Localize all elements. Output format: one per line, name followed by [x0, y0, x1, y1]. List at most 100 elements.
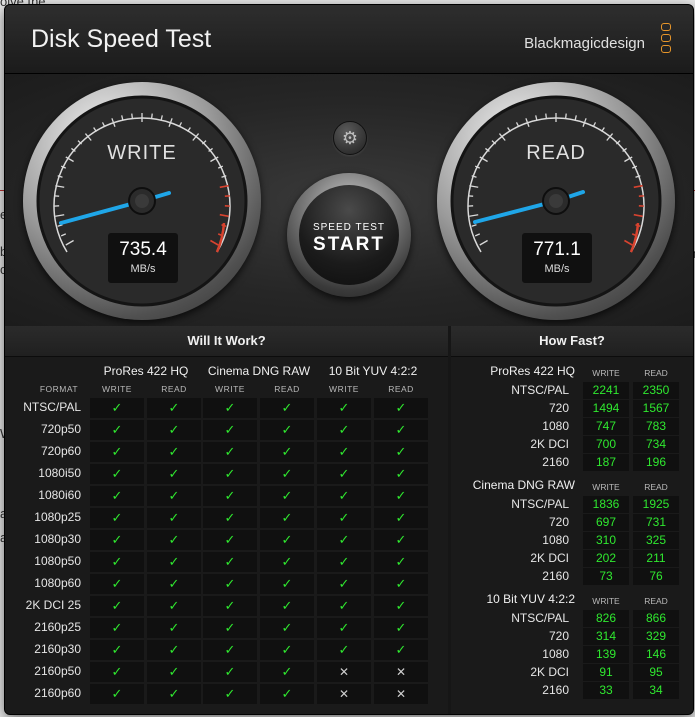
- speed-value-write: 1836: [592, 497, 620, 511]
- compat-cell: ✓: [317, 552, 371, 572]
- speed-column-header: READ: [644, 482, 668, 492]
- speed-cell-write: 314: [583, 628, 629, 645]
- compat-cell: ✓: [374, 574, 428, 594]
- speed-column-header: WRITE: [592, 368, 620, 378]
- compat-cell: ✓: [147, 552, 201, 572]
- checkmark-icon: ✓: [111, 576, 123, 591]
- write-gauge: WRITE 735.4 MB/s: [23, 82, 261, 320]
- compat-cell: ✓: [203, 442, 257, 462]
- speed-column-header: WRITE: [592, 482, 620, 492]
- checkmark-icon: ✓: [338, 642, 350, 657]
- compat-cell: ✓: [317, 398, 371, 418]
- speed-value-read: 146: [645, 647, 667, 661]
- compat-column-header: READ: [388, 384, 414, 394]
- checkmark-icon: ✓: [281, 664, 293, 679]
- compat-row: 1080p60 ✓ ✓ ✓ ✓ ✓ ✓: [5, 574, 448, 594]
- title-bar[interactable]: Disk Speed Test Blackmagicdesign: [5, 5, 693, 74]
- compat-cell: ✓: [374, 596, 428, 616]
- compat-cell: ✓: [203, 574, 257, 594]
- compat-cell: ✓: [317, 464, 371, 484]
- speed-cell-read: 783: [633, 418, 679, 435]
- compat-cell: ✓: [317, 530, 371, 550]
- speed-cell-write: 747: [583, 418, 629, 435]
- checkmark-icon: ✓: [338, 510, 350, 525]
- compat-cell: ✓: [260, 464, 314, 484]
- compat-cell: ✓: [90, 640, 144, 660]
- speed-cell-read: 1567: [633, 400, 679, 417]
- start-button-label: START: [313, 234, 385, 255]
- how-fast-panel: How Fast? ProRes 422 HQ WRITE READ NTSC/PAL…: [451, 326, 693, 714]
- compat-cell: ✓: [374, 508, 428, 528]
- checkmark-icon: ✓: [281, 422, 293, 437]
- checkmark-icon: ✓: [111, 532, 123, 547]
- start-button-face: SPEED TEST START: [299, 185, 399, 285]
- checkmark-icon: ✓: [281, 532, 293, 547]
- brand-name: Blackmagicdesign: [524, 35, 645, 52]
- speed-value-read: 211: [646, 551, 666, 565]
- checkmark-icon: ✓: [395, 554, 407, 569]
- compat-cell: ✓: [90, 442, 144, 462]
- checkmark-icon: ✓: [281, 686, 293, 701]
- format-label: 2160p60: [34, 686, 81, 700]
- checkmark-icon: ✓: [338, 598, 350, 613]
- checkmark-icon: ✓: [168, 510, 180, 525]
- checkmark-icon: ✓: [168, 444, 180, 459]
- read-gauge-label: READ: [526, 142, 586, 164]
- checkmark-icon: ✓: [224, 576, 236, 591]
- cross-icon: ✕: [395, 687, 407, 701]
- compat-row: 2160p30 ✓ ✓ ✓ ✓ ✓ ✓: [5, 640, 448, 660]
- blackmagic-logo-icon: [659, 23, 675, 58]
- read-gauge: READ 771.1 MB/s: [437, 82, 675, 320]
- speed-row-label: 1080: [542, 419, 569, 433]
- checkmark-icon: ✓: [224, 444, 236, 459]
- compat-cell: ✕: [374, 684, 428, 704]
- speed-value-read: 1567: [642, 401, 670, 415]
- speed-row-label: NTSC/PAL: [511, 611, 569, 625]
- speed-row-label: NTSC/PAL: [511, 497, 569, 511]
- checkmark-icon: ✓: [281, 466, 293, 481]
- compat-cell: ✓: [147, 618, 201, 638]
- compat-cell: ✓: [260, 420, 314, 440]
- checkmark-icon: ✓: [395, 400, 407, 415]
- compat-cell: ✓: [374, 530, 428, 550]
- speed-row-label: 1080: [542, 647, 569, 661]
- compat-cell: ✓: [90, 486, 144, 506]
- checkmark-icon: ✓: [111, 466, 123, 481]
- disk-speed-test-window: Disk Speed Test Blackmagicdesign WRITE 7…: [4, 4, 694, 715]
- speed-row-label: 2K DCI: [530, 437, 569, 451]
- compat-cell: ✓: [147, 530, 201, 550]
- speed-cell-write: 33: [583, 682, 629, 699]
- compat-row: 1080i50 ✓ ✓ ✓ ✓ ✓ ✓: [5, 464, 448, 484]
- compat-cell: ✓: [147, 596, 201, 616]
- settings-button[interactable]: ⚙: [333, 121, 367, 155]
- compat-cell: ✓: [260, 486, 314, 506]
- how-fast-title: How Fast?: [451, 326, 693, 357]
- compat-column-header: WRITE: [329, 384, 359, 394]
- compat-group-header: 10 Bit YUV 4:2:2: [328, 364, 418, 378]
- speed-value-write: 91: [599, 665, 613, 679]
- checkmark-icon: ✓: [281, 576, 293, 591]
- speed-cell-read: 34: [633, 682, 679, 699]
- compat-row: 1080i60 ✓ ✓ ✓ ✓ ✓ ✓: [5, 486, 448, 506]
- checkmark-icon: ✓: [281, 510, 293, 525]
- checkmark-icon: ✓: [111, 422, 123, 437]
- checkmark-icon: ✓: [338, 620, 350, 635]
- compat-row: 2160p60 ✓ ✓ ✓ ✓ ✕ ✕: [5, 684, 448, 704]
- gear-icon: ⚙: [341, 128, 359, 148]
- speed-value-read: 34: [649, 683, 663, 697]
- speed-test-start-button[interactable]: SPEED TEST START: [287, 173, 411, 297]
- checkmark-icon: ✓: [224, 664, 236, 679]
- compat-column-header: WRITE: [102, 384, 132, 394]
- speed-cell-write: 91: [583, 664, 629, 681]
- compat-cell: ✓: [317, 574, 371, 594]
- checkmark-icon: ✓: [168, 620, 180, 635]
- compat-cell: ✓: [203, 552, 257, 572]
- compat-cell: ✓: [203, 662, 257, 682]
- compat-row: 720p60 ✓ ✓ ✓ ✓ ✓ ✓: [5, 442, 448, 462]
- compat-cell: ✓: [317, 618, 371, 638]
- checkmark-icon: ✓: [338, 576, 350, 591]
- compat-column-header: WRITE: [215, 384, 245, 394]
- app-title: Disk Speed Test: [31, 25, 212, 53]
- checkmark-icon: ✓: [111, 400, 123, 415]
- gauge-tick: [545, 113, 548, 119]
